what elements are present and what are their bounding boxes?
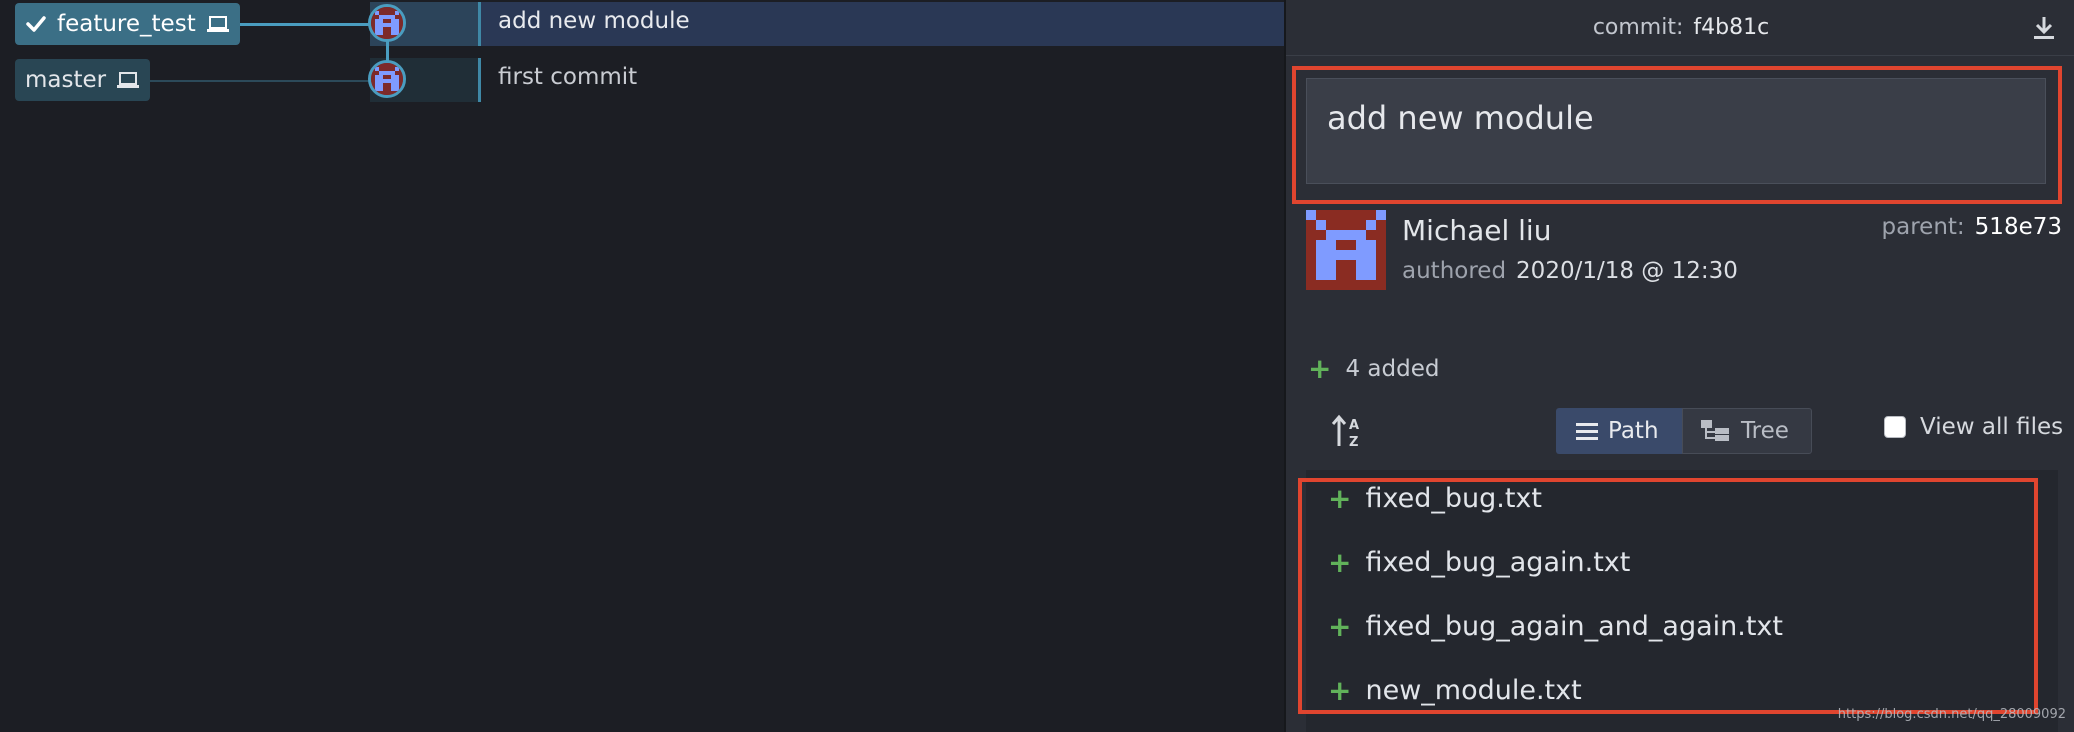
view-path-label: Path — [1608, 418, 1659, 444]
commit-node-avatar[interactable] — [368, 4, 406, 42]
svg-text:A: A — [1349, 418, 1359, 433]
plus-icon: + — [1308, 352, 1332, 385]
commit-summary[interactable]: add new module — [1306, 78, 2046, 184]
view-all-files-toggle[interactable]: View all files — [1884, 414, 2063, 440]
commit-graph-panel: feature_test master add new module first… — [0, 0, 1284, 732]
parent-sha[interactable]: 518e73 — [1975, 214, 2062, 240]
authored-info: authored 2020/1/18 @ 12:30 — [1402, 258, 1738, 284]
commit-header: commit: f4b81c — [1286, 0, 2074, 56]
lane-divider — [478, 58, 481, 102]
commit-node-avatar[interactable] — [368, 60, 406, 98]
branch-name: feature_test — [57, 11, 196, 37]
avatar-icon — [371, 7, 403, 39]
commit-label: commit: — [1592, 15, 1684, 40]
view-all-files-label: View all files — [1920, 414, 2064, 440]
view-tree-label: Tree — [1741, 418, 1789, 444]
annotation-highlight — [1298, 478, 2038, 714]
commit-sha[interactable]: f4b81c — [1693, 15, 1769, 40]
sort-az-icon: A Z — [1331, 414, 1359, 450]
parent-info: parent: 518e73 — [1882, 214, 2062, 240]
commit-detail-panel: commit: f4b81c add new module Michael li… — [1284, 0, 2074, 732]
watermark: https://blog.csdn.net/qq_28009092 — [1837, 707, 2066, 722]
download-icon — [2034, 17, 2054, 39]
avatar-icon — [371, 63, 403, 95]
parent-label: parent: — [1881, 214, 1965, 240]
list-icon — [1576, 421, 1598, 441]
app-window: feature_test master add new module first… — [0, 0, 2074, 732]
added-files-summary: + 4 added — [1308, 352, 1439, 385]
branch-connector-line — [236, 23, 372, 26]
branch-connector-line — [150, 80, 372, 82]
laptop-icon — [116, 70, 140, 90]
branch-name: master — [25, 67, 107, 93]
tree-icon — [1701, 420, 1731, 442]
author-avatar — [1306, 210, 1386, 290]
svg-text:Z: Z — [1349, 435, 1358, 450]
added-count: 4 added — [1345, 355, 1440, 382]
sort-button[interactable]: A Z — [1330, 412, 1370, 452]
lane-divider — [478, 2, 481, 46]
view-tree-button[interactable]: Tree — [1682, 408, 1812, 454]
view-all-files-checkbox[interactable] — [1884, 416, 1906, 438]
branch-tag-feature-test[interactable]: feature_test — [15, 3, 240, 45]
branch-tag-master[interactable]: master — [15, 59, 150, 101]
checkmark-icon — [25, 13, 47, 35]
authored-label: authored — [1402, 258, 1507, 284]
authored-date: 2020/1/18 @ 12:30 — [1516, 258, 1738, 284]
download-button[interactable] — [2030, 14, 2058, 42]
commit-message[interactable]: first commit — [498, 64, 637, 90]
view-path-button[interactable]: Path — [1556, 408, 1682, 454]
laptop-icon — [206, 14, 230, 34]
author-name: Michael liu — [1402, 214, 1552, 247]
commit-message[interactable]: add new module — [498, 8, 690, 34]
avatar-icon — [1306, 210, 1386, 290]
